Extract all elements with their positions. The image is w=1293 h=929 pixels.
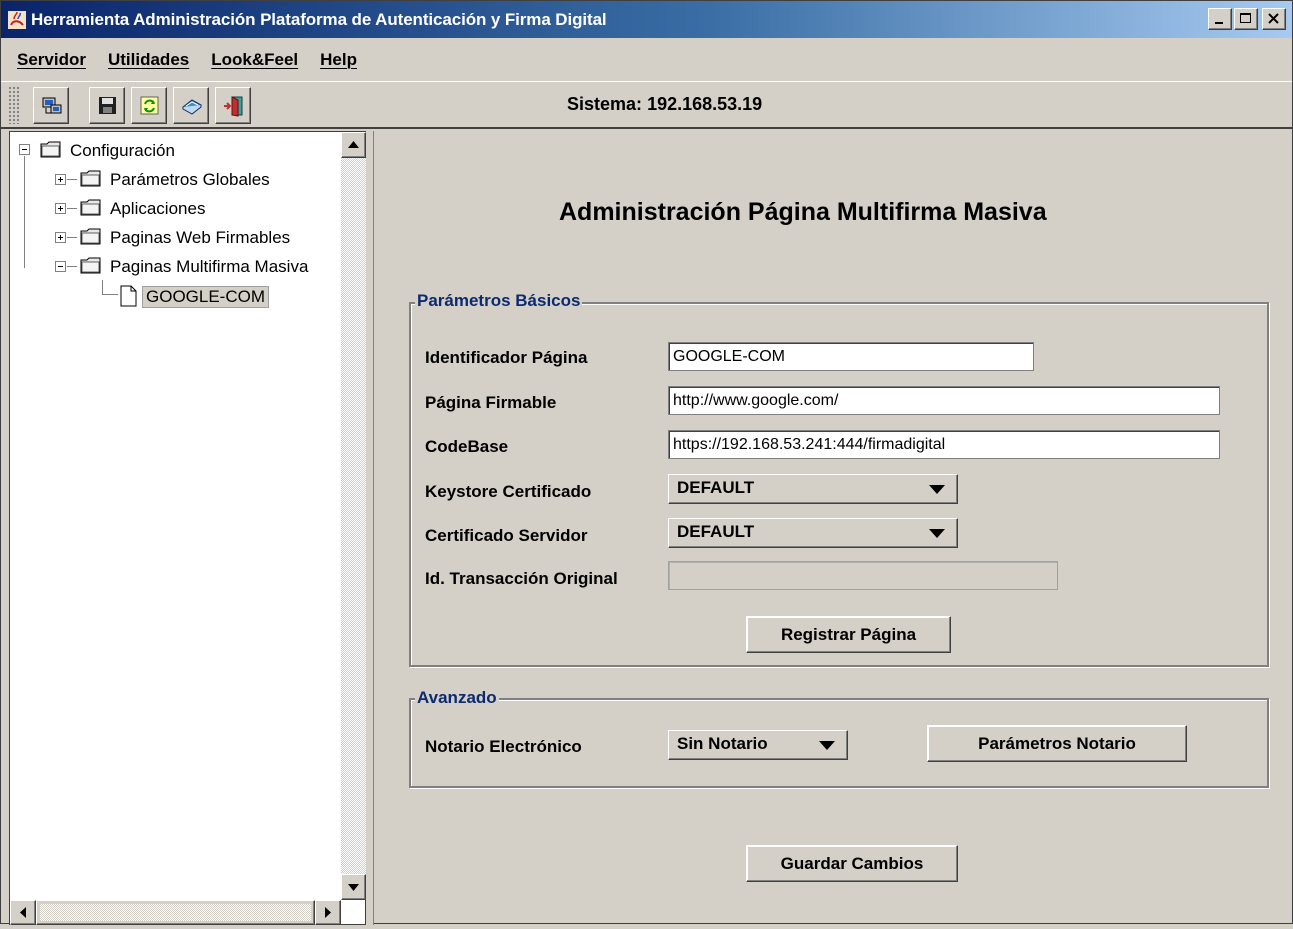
tree-item-parametros-globales[interactable]: Parámetros Globales [110,170,270,190]
configuration-tree[interactable]: Configuración Parámetros Globales Aplica… [9,131,366,925]
app-window: Herramienta Administración Plataforma de… [0,0,1293,925]
original-transaction-id-field [668,561,1058,590]
save-disk-icon[interactable] [89,87,125,124]
tree-vertical-scrollbar[interactable] [341,132,366,900]
menu-bar: Servidor Utilidades Look&Feel Help [1,38,1292,82]
window-title: Herramienta Administración Plataforma de… [31,9,607,29]
tree-expand-toggle[interactable] [55,232,66,243]
tree-item-configuracion[interactable]: Configuración [70,141,175,161]
basic-parameters-title: Parámetros Básicos [415,291,583,311]
folder-icon [80,199,102,216]
title-bar[interactable]: Herramienta Administración Plataforma de… [1,1,1292,38]
notary-parameters-button[interactable]: Parámetros Notario [927,725,1187,762]
scroll-up-icon[interactable] [341,132,366,158]
scroll-left-icon[interactable] [10,900,36,925]
server-certificate-select[interactable]: DEFAULT [668,518,958,548]
tree-connector [67,266,77,267]
sistema-ip: 192.168.53.19 [647,94,763,114]
server-certificate-value: DEFAULT [677,522,755,541]
minimize-icon[interactable] [1208,8,1232,30]
sistema-status: Sistema: 192.168.53.19 [567,94,762,115]
tree-connector [67,179,77,180]
sistema-label: Sistema: [567,94,643,114]
close-icon[interactable] [1262,8,1286,30]
tree-item-paginas-multifirma-masiva[interactable]: Paginas Multifirma Masiva [110,257,341,277]
electronic-notary-value: Sin Notario [677,734,768,753]
advanced-title: Avanzado [415,688,499,708]
tree-item-google-com[interactable]: GOOGLE-COM [142,286,270,308]
page-id-field[interactable]: GOOGLE-COM [668,342,1034,371]
tree-collapse-toggle[interactable] [55,261,66,272]
register-page-button[interactable]: Registrar Página [746,616,951,653]
tree-expand-toggle[interactable] [55,174,66,185]
folder-icon [80,257,102,274]
tree-horizontal-scrollbar[interactable] [10,900,341,925]
tree-item-paginas-web-firmables[interactable]: Paginas Web Firmables [110,228,290,248]
network-computer-icon[interactable] [33,87,69,124]
tree-expand-toggle[interactable] [55,203,66,214]
tree-connector [67,237,77,238]
scroll-down-icon[interactable] [341,874,366,900]
page-title: Administración Página Multifirma Masiva [559,198,1047,226]
folder-icon [40,141,62,158]
chevron-down-icon [819,741,835,750]
save-changes-button[interactable]: Guardar Cambios [746,845,958,882]
original-transaction-id-label: Id. Transacción Original [425,569,618,588]
electronic-notary-label: Notario Electrónico [425,737,582,756]
book-icon[interactable] [173,87,209,124]
keystore-certificate-value: DEFAULT [677,478,755,497]
toolbar-grip[interactable] [8,86,20,124]
codebase-label: CodeBase [425,437,509,456]
tree-connector [102,294,118,295]
menu-help[interactable]: Help [320,50,357,70]
scroll-right-icon[interactable] [315,900,341,925]
electronic-notary-select[interactable]: Sin Notario [668,730,848,760]
tree-connector [102,280,103,294]
chevron-down-icon [929,485,945,494]
tree-connector [24,156,25,268]
tree-connector [67,208,77,209]
menu-look-and-feel[interactable]: Look&Feel [211,50,298,70]
maximize-icon[interactable] [1234,8,1258,30]
keystore-certificate-select[interactable]: DEFAULT [668,474,958,504]
signable-page-field[interactable]: http://www.google.com/ [668,386,1220,415]
split-pane-divider[interactable] [366,131,374,925]
scroll-thumb[interactable] [36,900,315,925]
document-icon [120,285,138,312]
menu-utilidades[interactable]: Utilidades [108,50,189,70]
menu-servidor[interactable]: Servidor [17,50,86,70]
server-certificate-label: Certificado Servidor [425,526,588,545]
signable-page-label: Página Firmable [425,393,557,412]
folder-icon [80,170,102,187]
keystore-certificate-label: Keystore Certificado [425,482,592,501]
refresh-icon[interactable] [131,87,167,124]
scroll-track[interactable] [341,158,366,874]
tree-collapse-toggle[interactable] [19,144,30,155]
folder-icon [80,228,102,245]
page-id-label: Identificador Página [425,348,588,367]
codebase-field[interactable]: https://192.168.53.241:444/firmadigital [668,430,1220,459]
tree-item-aplicaciones[interactable]: Aplicaciones [110,199,205,219]
java-app-icon [7,10,27,30]
exit-door-icon[interactable] [215,87,251,124]
chevron-down-icon [929,529,945,538]
